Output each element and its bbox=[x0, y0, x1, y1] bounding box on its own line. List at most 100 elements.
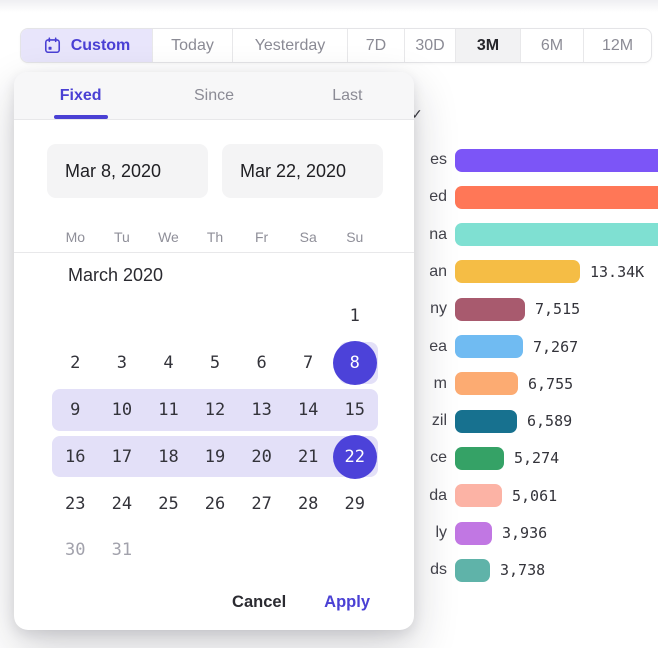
calendar-day-14[interactable]: 14 bbox=[285, 387, 332, 434]
weekday-label-mo: Mo bbox=[52, 222, 99, 252]
datepicker-footer: Cancel Apply bbox=[14, 582, 414, 622]
calendar-day-27[interactable]: 27 bbox=[238, 480, 285, 527]
calendar-day-4[interactable]: 4 bbox=[145, 340, 192, 387]
calendar-cell-empty bbox=[331, 527, 378, 574]
calendar-week-row: 23242526272829 bbox=[52, 480, 378, 527]
chart-bar[interactable] bbox=[455, 223, 658, 246]
chart-value-label: 7,515 bbox=[535, 300, 580, 318]
chart-bar[interactable] bbox=[455, 186, 658, 209]
calendar-cell-empty bbox=[285, 527, 332, 574]
calendar-week-row: 2345678 bbox=[52, 340, 378, 387]
calendar-icon bbox=[43, 36, 62, 55]
end-date-field[interactable]: Mar 22, 2020 bbox=[222, 144, 383, 198]
chart-value-label: 5,274 bbox=[514, 449, 559, 467]
calendar-week-row: 1 bbox=[52, 293, 378, 340]
calendar-day-30[interactable]: 30 bbox=[52, 527, 99, 574]
chart-bar[interactable] bbox=[455, 298, 525, 321]
weekday-label-th: Th bbox=[192, 222, 239, 252]
toolbar-item-custom[interactable]: Custom bbox=[21, 29, 153, 62]
chart-value-label: 3,936 bbox=[502, 524, 547, 542]
calendar-day-21[interactable]: 21 bbox=[285, 433, 332, 480]
month-title: March 2020 bbox=[68, 265, 163, 286]
date-range-popover: FixedSinceLast Mar 8, 2020 Mar 22, 2020 … bbox=[14, 72, 414, 630]
chart-bar[interactable] bbox=[455, 410, 517, 433]
chart-value-label: 5,061 bbox=[512, 487, 557, 505]
calendar-day-2[interactable]: 2 bbox=[52, 340, 99, 387]
toolbar-item-12m[interactable]: 12M bbox=[584, 29, 651, 62]
tab-last[interactable]: Last bbox=[281, 72, 414, 119]
calendar-day-28[interactable]: 28 bbox=[285, 480, 332, 527]
calendar-day-7[interactable]: 7 bbox=[285, 340, 332, 387]
start-date-value: Mar 8, 2020 bbox=[65, 161, 161, 182]
calendar-day-16[interactable]: 16 bbox=[52, 433, 99, 480]
tab-fixed[interactable]: Fixed bbox=[14, 72, 147, 119]
calendar-day-13[interactable]: 13 bbox=[238, 387, 285, 434]
toolbar-item-label: Today bbox=[171, 37, 214, 55]
chart-bar[interactable] bbox=[455, 522, 492, 545]
calendar-day-15[interactable]: 15 bbox=[331, 387, 378, 434]
calendar-day-19[interactable]: 19 bbox=[192, 433, 239, 480]
toolbar-item-label: Yesterday bbox=[255, 37, 326, 55]
calendar-day-6[interactable]: 6 bbox=[238, 340, 285, 387]
calendar-day-23[interactable]: 23 bbox=[52, 480, 99, 527]
calendar-cell-empty bbox=[238, 293, 285, 340]
chart-bar[interactable] bbox=[455, 372, 518, 395]
calendar-day-26[interactable]: 26 bbox=[192, 480, 239, 527]
calendar-day-18[interactable]: 18 bbox=[145, 433, 192, 480]
start-date-field[interactable]: Mar 8, 2020 bbox=[47, 144, 208, 198]
calendar-day-8[interactable]: 8 bbox=[331, 340, 378, 387]
weekday-label-su: Su bbox=[331, 222, 378, 252]
end-date-value: Mar 22, 2020 bbox=[240, 161, 346, 182]
calendar-day-25[interactable]: 25 bbox=[145, 480, 192, 527]
toolbar-item-3m[interactable]: 3M bbox=[456, 29, 521, 62]
weekday-header-row: MoTuWeThFrSaSu bbox=[52, 222, 378, 252]
toolbar-item-label: 3M bbox=[477, 37, 499, 55]
calendar-day-1[interactable]: 1 bbox=[331, 293, 378, 340]
calendar-day-31[interactable]: 31 bbox=[99, 527, 146, 574]
cancel-button[interactable]: Cancel bbox=[232, 593, 286, 612]
calendar-day-12[interactable]: 12 bbox=[192, 387, 239, 434]
chart-value-label: 6,589 bbox=[527, 412, 572, 430]
selected-day-circle: 22 bbox=[333, 435, 377, 479]
weekday-label-we: We bbox=[145, 222, 192, 252]
calendar-week-row: 9101112131415 bbox=[52, 387, 378, 434]
weekday-label-fr: Fr bbox=[238, 222, 285, 252]
calendar-day-3[interactable]: 3 bbox=[99, 340, 146, 387]
calendar-day-5[interactable]: 5 bbox=[192, 340, 239, 387]
toolbar-item-6m[interactable]: 6M bbox=[521, 29, 584, 62]
calendar-day-17[interactable]: 17 bbox=[99, 433, 146, 480]
chart-bar[interactable] bbox=[455, 335, 523, 358]
weekday-label-sa: Sa bbox=[285, 222, 332, 252]
chart-bar[interactable] bbox=[455, 559, 490, 582]
toolbar-item-7d[interactable]: 7D bbox=[348, 29, 405, 62]
chart-value-label: 13.34K bbox=[590, 263, 644, 281]
calendar-day-24[interactable]: 24 bbox=[99, 480, 146, 527]
toolbar-item-30d[interactable]: 30D bbox=[405, 29, 456, 62]
calendar-cell-empty bbox=[192, 527, 239, 574]
chart-bar[interactable] bbox=[455, 260, 580, 283]
chart-value-label: 6,755 bbox=[528, 375, 573, 393]
calendar-day-20[interactable]: 20 bbox=[238, 433, 285, 480]
toolbar-item-today[interactable]: Today bbox=[153, 29, 233, 62]
toolbar-item-label: 7D bbox=[366, 37, 386, 55]
calendar-day-9[interactable]: 9 bbox=[52, 387, 99, 434]
chart-bar[interactable] bbox=[455, 447, 504, 470]
toolbar-item-label: Custom bbox=[71, 37, 131, 55]
calendar-week-row: 3031 bbox=[52, 527, 378, 574]
active-tab-underline bbox=[54, 115, 108, 119]
toolbar-item-yesterday[interactable]: Yesterday bbox=[233, 29, 348, 62]
calendar-day-11[interactable]: 11 bbox=[145, 387, 192, 434]
calendar-cell-empty bbox=[99, 293, 146, 340]
calendar-cell-empty bbox=[52, 293, 99, 340]
calendar-cell-empty bbox=[145, 527, 192, 574]
calendar-day-29[interactable]: 29 bbox=[331, 480, 378, 527]
weekday-label-tu: Tu bbox=[99, 222, 146, 252]
apply-button[interactable]: Apply bbox=[324, 593, 370, 612]
calendar-day-10[interactable]: 10 bbox=[99, 387, 146, 434]
calendar-cell-empty bbox=[285, 293, 332, 340]
calendar-day-22[interactable]: 22 bbox=[331, 433, 378, 480]
chart-bar[interactable] bbox=[455, 149, 658, 172]
chart-bar[interactable] bbox=[455, 484, 502, 507]
chart-value-label: 3,738 bbox=[500, 561, 545, 579]
tab-since[interactable]: Since bbox=[147, 72, 280, 119]
